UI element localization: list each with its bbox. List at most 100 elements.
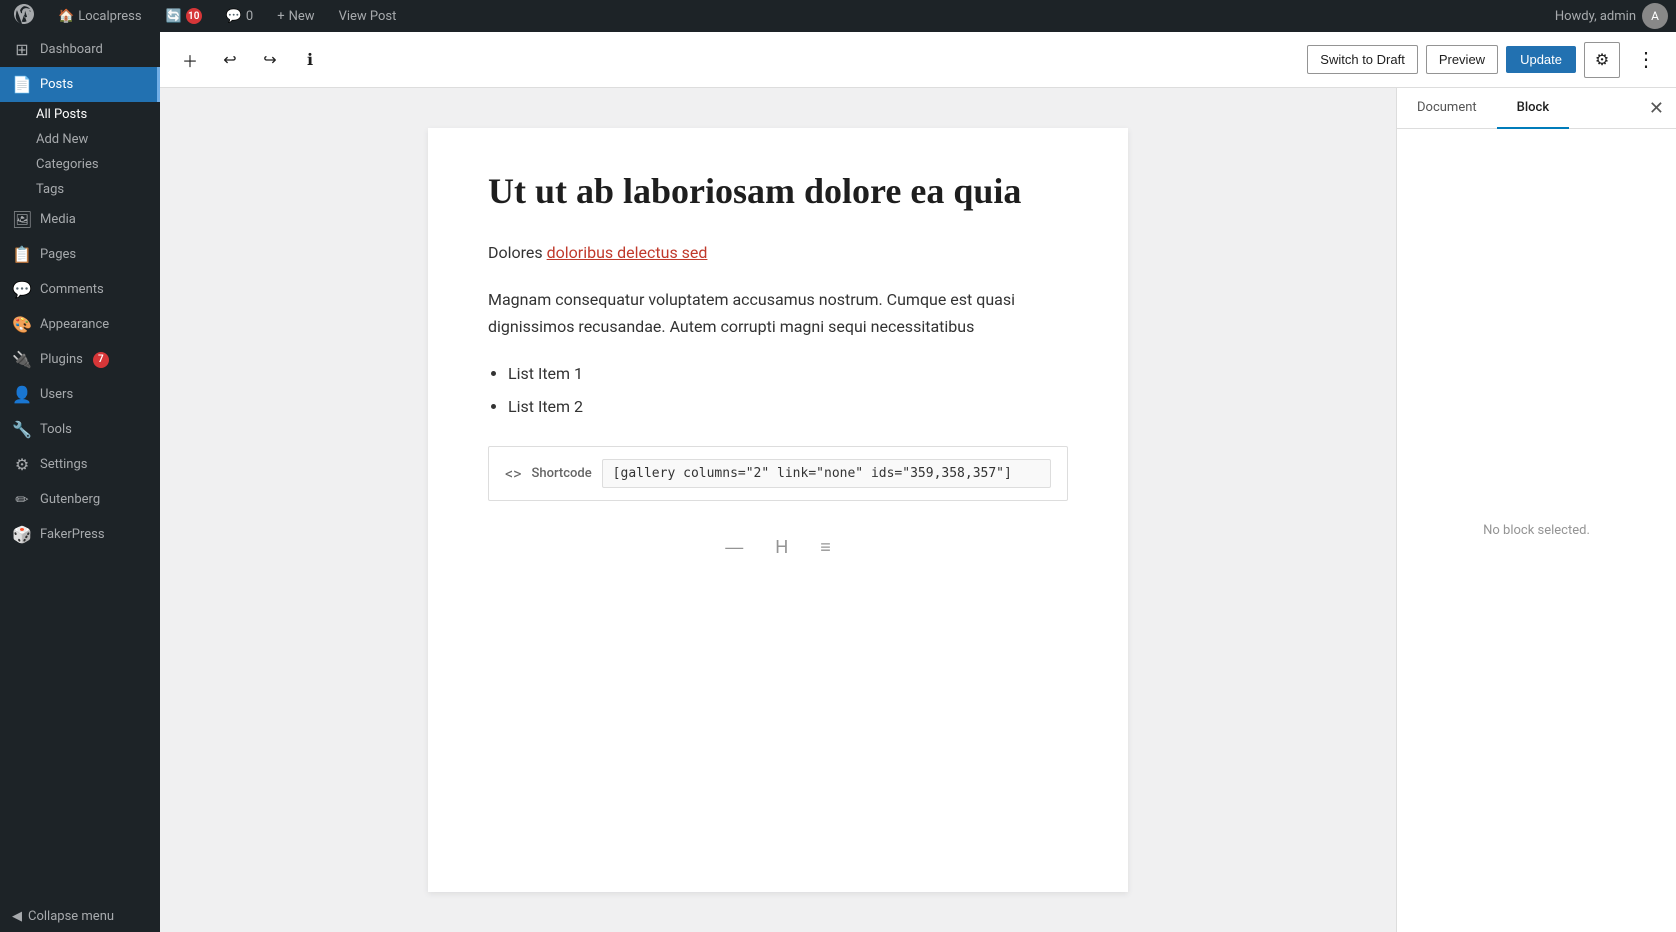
no-block-message: No block selected. xyxy=(1483,523,1590,538)
sidebar-item-pages[interactable]: 📋 Pages xyxy=(0,237,160,272)
close-icon: ✕ xyxy=(1649,98,1664,118)
comment-count: 0 xyxy=(246,9,253,24)
avatar: A xyxy=(1642,3,1668,29)
settings-panel-btn[interactable]: ⚙ xyxy=(1584,42,1620,78)
sidebar-label-posts: Posts xyxy=(40,77,73,92)
collapse-label: Collapse menu xyxy=(28,909,114,924)
users-icon: 👤 xyxy=(12,385,32,404)
sidebar-bottom: ◀ Collapse menu xyxy=(0,901,160,932)
posts-icon: 📄 xyxy=(12,75,32,94)
shortcode-input[interactable] xyxy=(602,459,1051,488)
updates-icon: 🔄 xyxy=(166,9,182,24)
sidebar-item-tools[interactable]: 🔧 Tools xyxy=(0,412,160,447)
switch-to-draft-button[interactable]: Switch to Draft xyxy=(1307,45,1418,74)
view-post-btn[interactable]: View Post xyxy=(333,0,403,32)
tab-block-label: Block xyxy=(1517,100,1549,115)
wp-logo-icon xyxy=(14,4,34,28)
sidebar-label-tools: Tools xyxy=(40,422,72,437)
paragraph-1-text: Dolores xyxy=(488,243,547,262)
sidebar-label-gutenberg: Gutenberg xyxy=(40,492,100,507)
more-options-btn[interactable]: ⋮ xyxy=(1628,42,1664,78)
insert-separator-btn[interactable]: — xyxy=(717,533,751,562)
collapse-menu-btn[interactable]: ◀ Collapse menu xyxy=(0,901,160,932)
media-icon: 🖼 xyxy=(12,210,32,229)
new-label: New xyxy=(289,9,315,24)
plugins-icon: 🔌 xyxy=(12,350,32,369)
update-button[interactable]: Update xyxy=(1506,46,1576,73)
redo-btn[interactable]: ↪ xyxy=(252,42,288,78)
sidebar-subitem-all-posts[interactable]: All Posts xyxy=(0,102,160,127)
view-post-label: View Post xyxy=(339,9,397,24)
main-layout: ⊞ Dashboard 📄 Posts All Posts Add New Ca… xyxy=(0,32,1676,932)
sidebar-item-appearance[interactable]: 🎨 Appearance xyxy=(0,307,160,342)
updates-badge: 10 xyxy=(186,8,202,24)
updates-btn[interactable]: 🔄 10 xyxy=(160,0,208,32)
dash-icon: — xyxy=(725,537,743,557)
tab-document-label: Document xyxy=(1417,100,1477,115)
sidebar-label-fakerpress: FakerPress xyxy=(40,527,105,542)
new-btn[interactable]: + New xyxy=(271,0,320,32)
pages-icon: 📋 xyxy=(12,245,32,264)
toolbar-right: Switch to Draft Preview Update ⚙ ⋮ xyxy=(1307,42,1664,78)
panel-body: No block selected. xyxy=(1397,129,1676,932)
add-block-btn[interactable]: ＋ xyxy=(172,42,208,78)
sidebar-item-media[interactable]: 🖼 Media xyxy=(0,202,160,237)
appearance-icon: 🎨 xyxy=(12,315,32,334)
preview-button[interactable]: Preview xyxy=(1426,45,1498,74)
paragraph-1[interactable]: Dolores doloribus delectus sed xyxy=(488,239,1068,266)
paragraph-1-link[interactable]: doloribus delectus sed xyxy=(547,243,708,262)
sidebar-item-users[interactable]: 👤 Users xyxy=(0,377,160,412)
plus-icon: + xyxy=(277,9,284,24)
sidebar-label-pages: Pages xyxy=(40,247,76,262)
insert-heading-btn[interactable]: H xyxy=(767,533,796,562)
paragraph-2[interactable]: Magnam consequatur voluptatem accusamus … xyxy=(488,286,1068,340)
redo-icon: ↪ xyxy=(263,50,276,70)
sidebar-item-plugins[interactable]: 🔌 Plugins 7 xyxy=(0,342,160,377)
editor-canvas[interactable]: Ut ut ab laboriosam dolore ea quia Dolor… xyxy=(160,88,1396,932)
insert-list-btn[interactable]: ≡ xyxy=(812,533,839,562)
post-list[interactable]: List Item 1 List Item 2 xyxy=(508,360,1068,422)
tab-block[interactable]: Block xyxy=(1497,88,1569,129)
post-title[interactable]: Ut ut ab laboriosam dolore ea quia xyxy=(488,168,1068,215)
list-icon: ≡ xyxy=(820,537,831,557)
tools-icon: 🔧 xyxy=(12,420,32,439)
wp-logo-btn[interactable] xyxy=(8,0,40,32)
info-icon: ℹ xyxy=(307,50,313,70)
panel-tabs: Document Block ✕ xyxy=(1397,88,1676,129)
editor-toolbar: ＋ ↩ ↪ ℹ Switch to Draft Preview Update ⚙… xyxy=(160,32,1676,88)
sidebar-item-comments[interactable]: 💬 Comments xyxy=(0,272,160,307)
sidebar-label-media: Media xyxy=(40,212,76,227)
sidebar: ⊞ Dashboard 📄 Posts All Posts Add New Ca… xyxy=(0,32,160,932)
comments-icon: 💬 xyxy=(226,9,242,24)
list-item: List Item 2 xyxy=(508,393,1068,422)
sidebar-subitem-categories[interactable]: Categories xyxy=(0,152,160,177)
post-content-block: Ut ut ab laboriosam dolore ea quia Dolor… xyxy=(428,128,1128,892)
shortcode-block[interactable]: <> Shortcode xyxy=(488,446,1068,501)
sidebar-item-dashboard[interactable]: ⊞ Dashboard xyxy=(0,32,160,67)
block-inserter-bar: — H ≡ xyxy=(488,521,1068,574)
sidebar-subitem-tags[interactable]: Tags xyxy=(0,177,160,202)
tab-document[interactable]: Document xyxy=(1397,88,1497,129)
home-icon: 🏠 xyxy=(58,9,74,24)
fakerpress-icon: 🎲 xyxy=(12,525,32,544)
gutenberg-icon: ✏ xyxy=(12,490,32,509)
info-btn[interactable]: ℹ xyxy=(292,42,328,78)
undo-btn[interactable]: ↩ xyxy=(212,42,248,78)
editor-wrapper: ＋ ↩ ↪ ℹ Switch to Draft Preview Update ⚙… xyxy=(160,32,1676,932)
collapse-icon: ◀ xyxy=(12,909,22,924)
sidebar-item-gutenberg[interactable]: ✏ Gutenberg xyxy=(0,482,160,517)
paragraph-2-text: Magnam consequatur voluptatem accusamus … xyxy=(488,290,1015,336)
sidebar-label-plugins: Plugins xyxy=(40,352,83,367)
comments-btn[interactable]: 💬 0 xyxy=(220,0,260,32)
panel-close-button[interactable]: ✕ xyxy=(1637,90,1676,127)
sidebar-label-users: Users xyxy=(40,387,73,402)
sidebar-item-fakerpress[interactable]: 🎲 FakerPress xyxy=(0,517,160,552)
sidebar-label-comments: Comments xyxy=(40,282,104,297)
admin-bar: 🏠 Localpress 🔄 10 💬 0 + New View Post Ho… xyxy=(0,0,1676,32)
site-name-btn[interactable]: 🏠 Localpress xyxy=(52,0,148,32)
plus-block-icon: ＋ xyxy=(182,48,198,72)
comments-nav-icon: 💬 xyxy=(12,280,32,299)
sidebar-item-settings[interactable]: ⚙ Settings xyxy=(0,447,160,482)
sidebar-subitem-add-new[interactable]: Add New xyxy=(0,127,160,152)
sidebar-item-posts[interactable]: 📄 Posts xyxy=(0,67,160,102)
